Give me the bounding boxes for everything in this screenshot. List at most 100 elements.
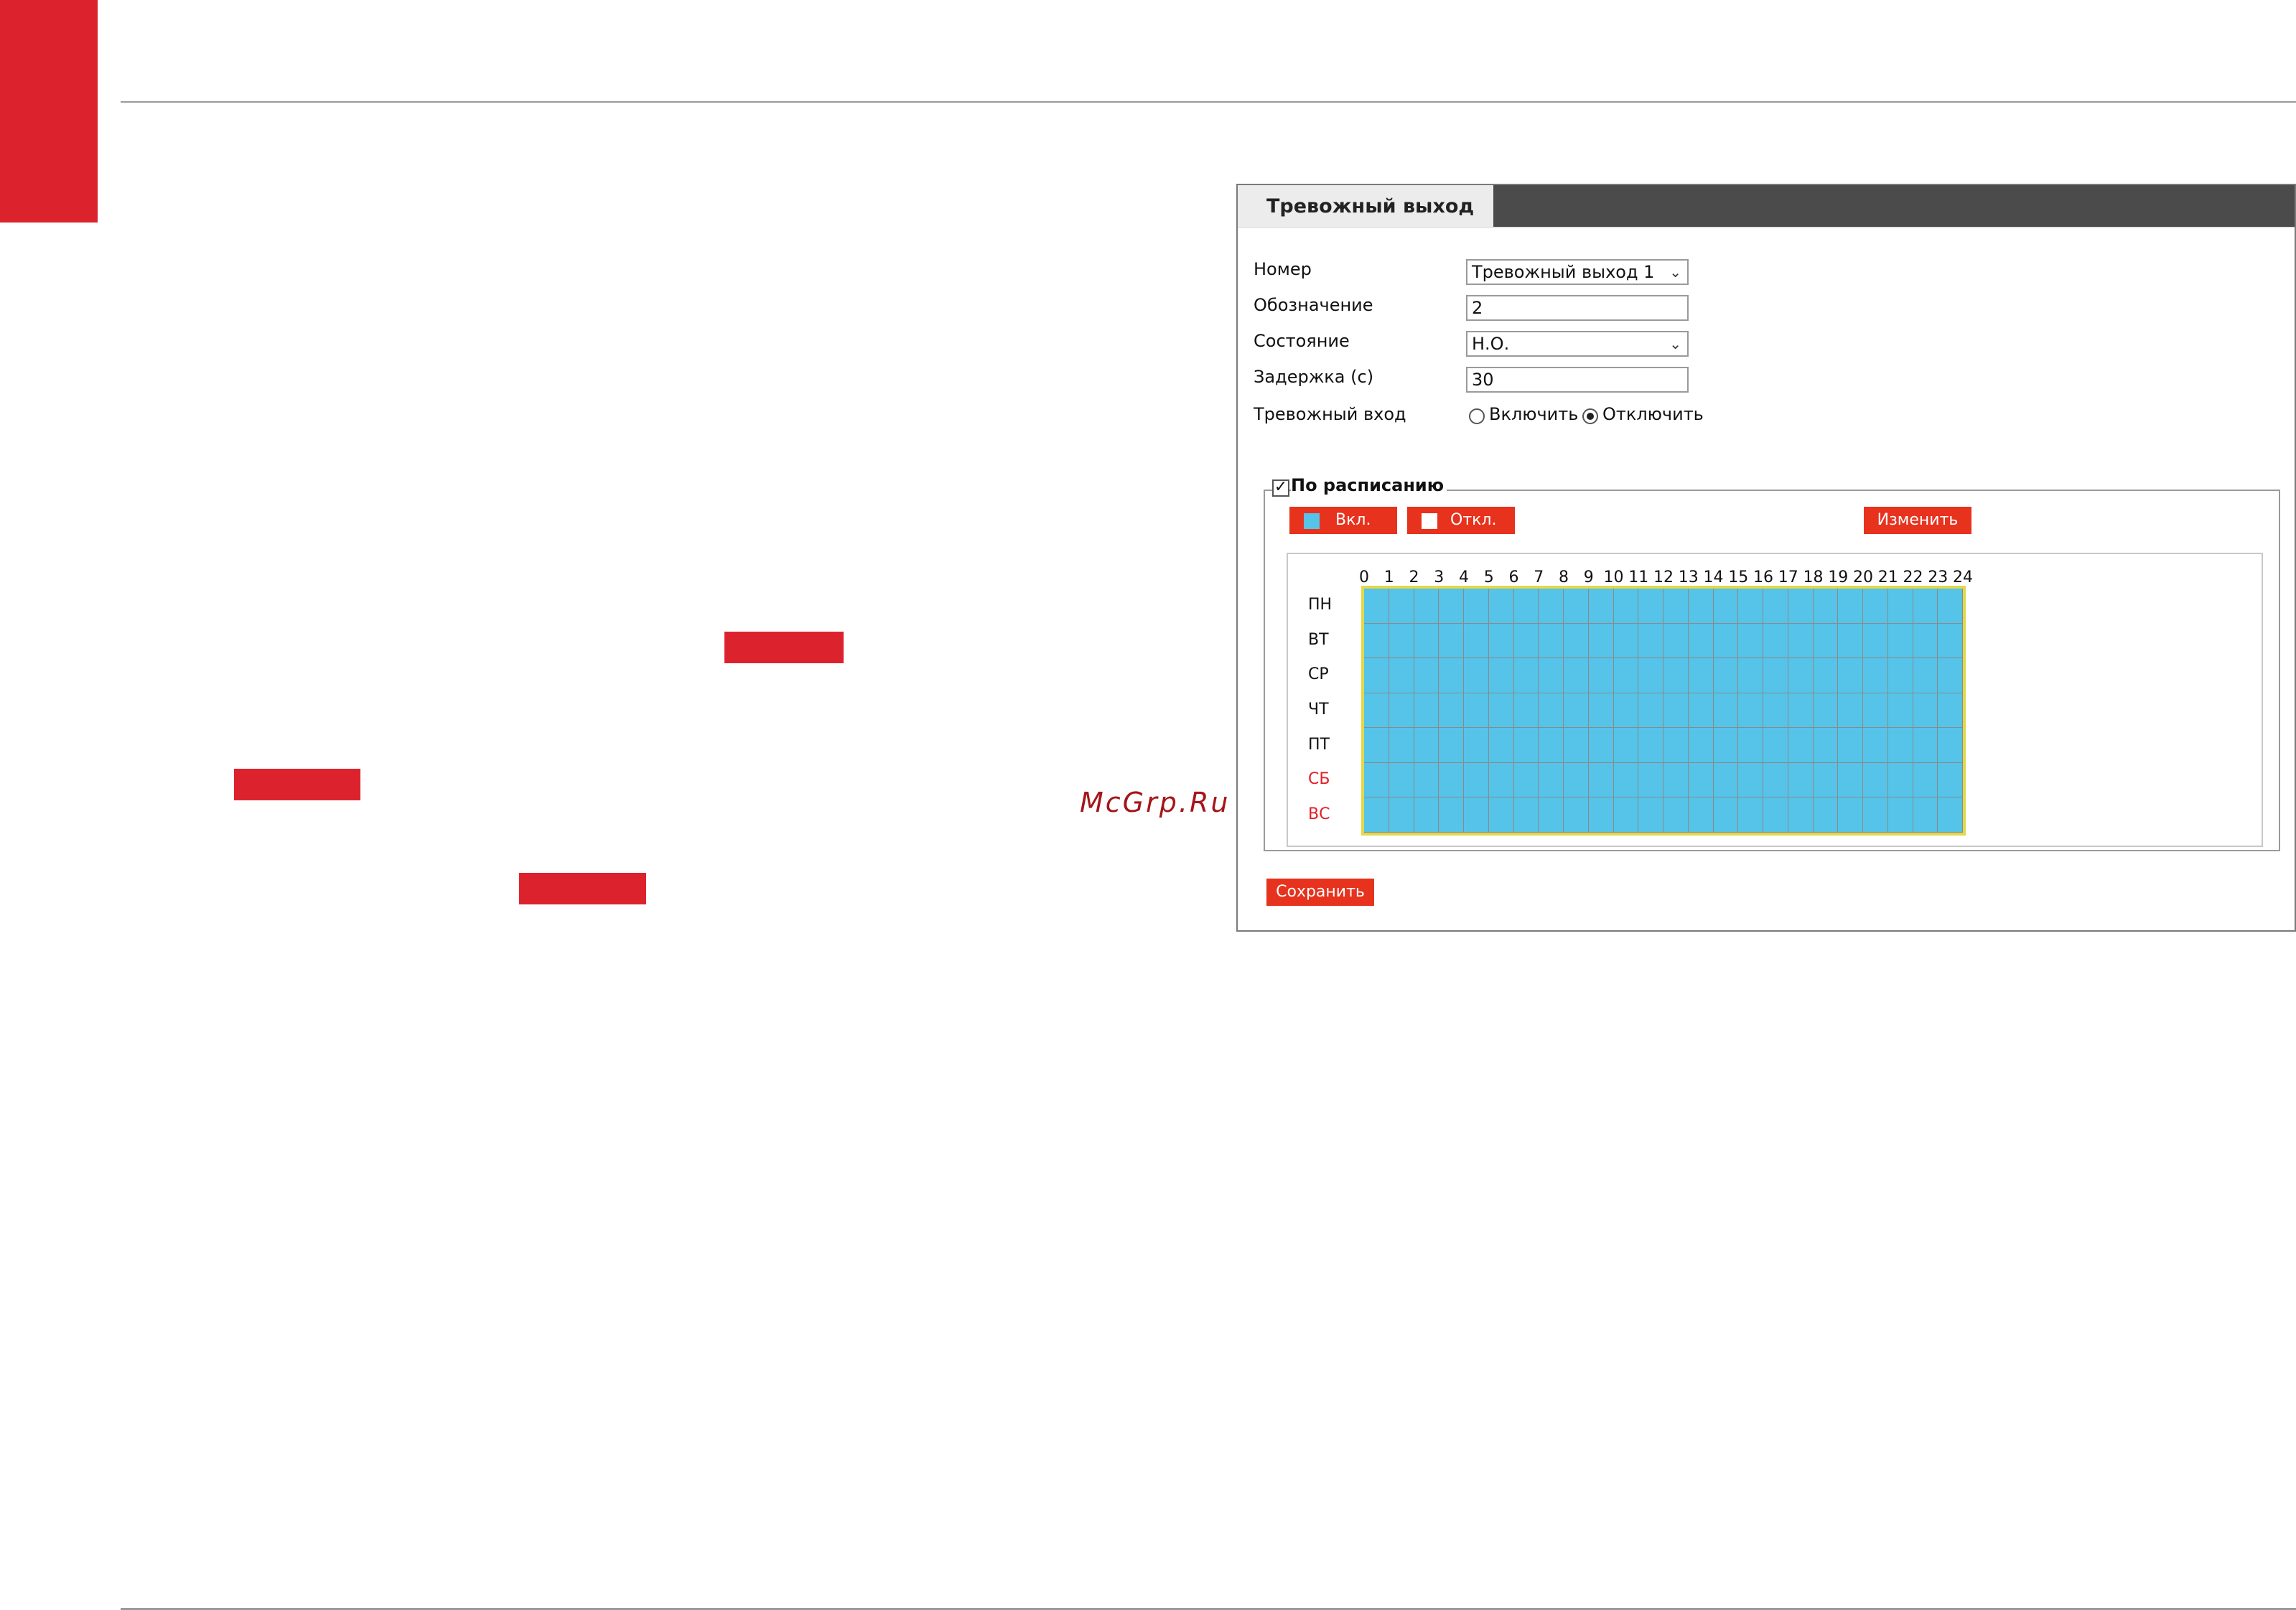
schedule-cell[interactable] bbox=[1738, 623, 1763, 659]
schedule-cell[interactable] bbox=[1838, 658, 1863, 693]
schedule-cell[interactable] bbox=[1638, 589, 1663, 624]
schedule-cell[interactable] bbox=[1887, 762, 1913, 798]
schedule-cell[interactable] bbox=[1588, 728, 1614, 763]
schedule-cell[interactable] bbox=[1389, 728, 1414, 763]
schedule-cell[interactable] bbox=[1887, 797, 1913, 833]
schedule-cell[interactable] bbox=[1588, 589, 1614, 624]
schedule-cell[interactable] bbox=[1738, 693, 1763, 729]
disable-radio-label[interactable]: Отключить bbox=[1602, 404, 1704, 424]
schedule-cell[interactable] bbox=[1813, 623, 1839, 659]
schedule-cell[interactable] bbox=[1863, 589, 1888, 624]
schedule-cell[interactable] bbox=[1913, 797, 1938, 833]
schedule-checkbox-label[interactable]: По расписанию bbox=[1291, 475, 1447, 495]
schedule-cell[interactable] bbox=[1564, 728, 1589, 763]
schedule-cell[interactable] bbox=[1913, 589, 1938, 624]
name-input[interactable]: 2 bbox=[1466, 295, 1689, 321]
schedule-cell[interactable] bbox=[1389, 762, 1414, 798]
schedule-cell[interactable] bbox=[1713, 693, 1739, 729]
on-mode-button[interactable]: Вкл. bbox=[1289, 507, 1397, 534]
schedule-cell[interactable] bbox=[1887, 658, 1913, 693]
schedule-cell[interactable] bbox=[1613, 658, 1639, 693]
schedule-cell[interactable] bbox=[1788, 693, 1814, 729]
enable-radio[interactable] bbox=[1469, 408, 1485, 424]
schedule-cell[interactable] bbox=[1938, 623, 1963, 659]
schedule-cell[interactable] bbox=[1763, 728, 1788, 763]
schedule-cell[interactable] bbox=[1513, 658, 1539, 693]
schedule-cell[interactable] bbox=[1539, 658, 1564, 693]
delay-input[interactable]: 30 bbox=[1466, 367, 1689, 393]
schedule-cell[interactable] bbox=[1688, 623, 1714, 659]
schedule-cell[interactable] bbox=[1688, 762, 1714, 798]
schedule-cell[interactable] bbox=[1863, 762, 1888, 798]
schedule-cell[interactable] bbox=[1464, 623, 1489, 659]
schedule-cell[interactable] bbox=[1738, 797, 1763, 833]
schedule-cell[interactable] bbox=[1613, 762, 1639, 798]
schedule-cell[interactable] bbox=[1464, 658, 1489, 693]
schedule-cell[interactable] bbox=[1788, 658, 1814, 693]
schedule-cell[interactable] bbox=[1938, 658, 1963, 693]
schedule-cell[interactable] bbox=[1389, 658, 1414, 693]
schedule-cell[interactable] bbox=[1813, 728, 1839, 763]
schedule-cell[interactable] bbox=[1513, 797, 1539, 833]
schedule-cell[interactable] bbox=[1638, 797, 1663, 833]
schedule-cell[interactable] bbox=[1788, 762, 1814, 798]
schedule-cell[interactable] bbox=[1838, 762, 1863, 798]
schedule-cell[interactable] bbox=[1539, 728, 1564, 763]
schedule-grid[interactable] bbox=[1361, 586, 1966, 836]
schedule-cell[interactable] bbox=[1813, 797, 1839, 833]
schedule-cell[interactable] bbox=[1588, 762, 1614, 798]
schedule-cell[interactable] bbox=[1588, 623, 1614, 659]
schedule-cell[interactable] bbox=[1838, 797, 1863, 833]
schedule-cell[interactable] bbox=[1364, 797, 1389, 833]
save-button[interactable]: Сохранить bbox=[1266, 879, 1374, 906]
schedule-cell[interactable] bbox=[1887, 693, 1913, 729]
schedule-cell[interactable] bbox=[1638, 693, 1663, 729]
schedule-cell[interactable] bbox=[1663, 797, 1689, 833]
schedule-cell[interactable] bbox=[1389, 589, 1414, 624]
schedule-cell[interactable] bbox=[1913, 658, 1938, 693]
schedule-cell[interactable] bbox=[1564, 797, 1589, 833]
schedule-checkbox[interactable]: ✓ bbox=[1272, 479, 1289, 497]
schedule-cell[interactable] bbox=[1688, 658, 1714, 693]
schedule-cell[interactable] bbox=[1763, 693, 1788, 729]
schedule-cell[interactable] bbox=[1613, 797, 1639, 833]
schedule-cell[interactable] bbox=[1688, 693, 1714, 729]
schedule-cell[interactable] bbox=[1813, 658, 1839, 693]
schedule-cell[interactable] bbox=[1613, 693, 1639, 729]
schedule-cell[interactable] bbox=[1838, 623, 1863, 659]
schedule-cell[interactable] bbox=[1389, 797, 1414, 833]
schedule-cell[interactable] bbox=[1439, 728, 1464, 763]
schedule-cell[interactable] bbox=[1738, 762, 1763, 798]
schedule-cell[interactable] bbox=[1439, 589, 1464, 624]
schedule-cell[interactable] bbox=[1838, 589, 1863, 624]
schedule-cell[interactable] bbox=[1464, 589, 1489, 624]
schedule-cell[interactable] bbox=[1414, 589, 1439, 624]
schedule-cell[interactable] bbox=[1913, 762, 1938, 798]
schedule-cell[interactable] bbox=[1763, 762, 1788, 798]
schedule-cell[interactable] bbox=[1488, 623, 1514, 659]
schedule-cell[interactable] bbox=[1464, 797, 1489, 833]
schedule-cell[interactable] bbox=[1688, 589, 1714, 624]
schedule-cell[interactable] bbox=[1364, 762, 1389, 798]
schedule-cell[interactable] bbox=[1414, 693, 1439, 729]
schedule-cell[interactable] bbox=[1913, 693, 1938, 729]
schedule-cell[interactable] bbox=[1663, 589, 1689, 624]
schedule-cell[interactable] bbox=[1863, 623, 1888, 659]
schedule-cell[interactable] bbox=[1763, 658, 1788, 693]
schedule-cell[interactable] bbox=[1389, 693, 1414, 729]
schedule-cell[interactable] bbox=[1488, 762, 1514, 798]
schedule-cell[interactable] bbox=[1539, 623, 1564, 659]
edit-button[interactable]: Изменить bbox=[1864, 507, 1971, 534]
schedule-cell[interactable] bbox=[1713, 589, 1739, 624]
disable-radio[interactable] bbox=[1582, 408, 1598, 424]
schedule-cell[interactable] bbox=[1863, 658, 1888, 693]
schedule-cell[interactable] bbox=[1464, 693, 1489, 729]
schedule-cell[interactable] bbox=[1813, 693, 1839, 729]
schedule-cell[interactable] bbox=[1638, 728, 1663, 763]
schedule-cell[interactable] bbox=[1887, 589, 1913, 624]
schedule-cell[interactable] bbox=[1738, 728, 1763, 763]
schedule-cell[interactable] bbox=[1439, 762, 1464, 798]
schedule-cell[interactable] bbox=[1813, 762, 1839, 798]
schedule-cell[interactable] bbox=[1389, 623, 1414, 659]
schedule-cell[interactable] bbox=[1588, 797, 1614, 833]
